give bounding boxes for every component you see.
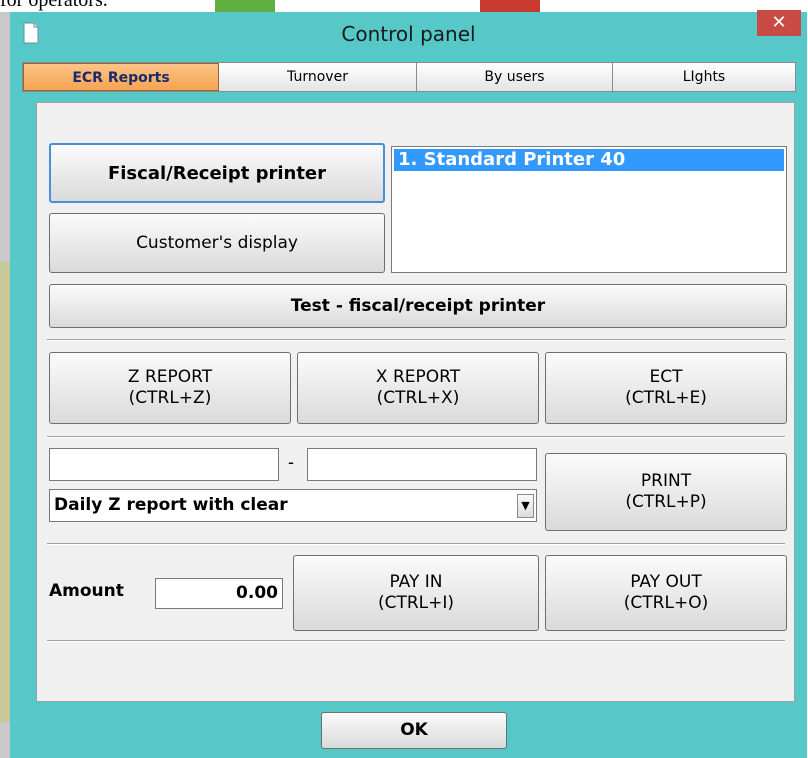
x-report-label: X REPORT	[375, 367, 461, 387]
separator	[47, 640, 785, 642]
printer-list[interactable]: 1. Standard Printer 40	[391, 146, 787, 273]
ect-label: ECT	[649, 367, 683, 387]
separator	[47, 339, 785, 341]
tab-turnover[interactable]: Turnover	[219, 63, 417, 91]
tab-by-users[interactable]: By users	[417, 63, 613, 91]
control-panel-window: Control panel ✕ ECR Reports Turnover By …	[10, 10, 807, 758]
ok-button[interactable]: OK	[321, 712, 507, 749]
fiscal-printer-button[interactable]: Fiscal/Receipt printer	[49, 143, 385, 203]
title-bar[interactable]: Control panel ✕	[10, 10, 807, 57]
x-report-button[interactable]: X REPORT (CTRL+X)	[297, 352, 539, 424]
tab-ecr-reports[interactable]: ECR Reports	[23, 63, 219, 91]
print-label: PRINT	[640, 471, 692, 491]
pay-in-label: PAY IN	[389, 572, 443, 592]
pay-out-shortcut: (CTRL+O)	[623, 593, 709, 613]
background-page-text: for operators.	[0, 0, 108, 11]
ect-button[interactable]: ECT (CTRL+E)	[545, 352, 787, 424]
customer-display-label: Customer's display	[136, 232, 298, 253]
report-type-value: Daily Z report with clear	[54, 495, 288, 515]
pay-in-button[interactable]: PAY IN (CTRL+I)	[293, 555, 539, 631]
print-button[interactable]: PRINT (CTRL+P)	[545, 453, 787, 531]
separator	[47, 543, 785, 545]
test-printer-label: Test - fiscal/receipt printer	[290, 295, 546, 316]
pay-out-button[interactable]: PAY OUT (CTRL+O)	[545, 555, 787, 631]
range-to-input[interactable]	[307, 448, 537, 481]
print-shortcut: (CTRL+P)	[625, 492, 707, 512]
z-report-button[interactable]: Z REPORT (CTRL+Z)	[49, 352, 291, 424]
pay-out-label: PAY OUT	[630, 572, 702, 592]
range-separator: -	[288, 452, 294, 472]
x-report-shortcut: (CTRL+X)	[376, 388, 460, 408]
ecr-reports-panel: Fiscal/Receipt printer Customer's displa…	[36, 102, 795, 702]
test-printer-button[interactable]: Test - fiscal/receipt printer	[49, 284, 787, 328]
background-strip-green	[215, 0, 275, 12]
report-type-select[interactable]: Daily Z report with clear ▼	[49, 489, 537, 522]
window-title: Control panel	[341, 22, 476, 46]
fiscal-printer-label: Fiscal/Receipt printer	[107, 162, 327, 184]
customer-display-button[interactable]: Customer's display	[49, 213, 385, 273]
z-report-shortcut: (CTRL+Z)	[128, 388, 212, 408]
dropdown-arrow-icon[interactable]: ▼	[517, 494, 534, 518]
amount-label: Amount	[49, 581, 124, 601]
z-report-label: Z REPORT	[127, 367, 213, 387]
separator	[47, 436, 785, 438]
close-button[interactable]: ✕	[757, 10, 801, 36]
tab-strip: ECR Reports Turnover By users LIghts	[22, 62, 796, 92]
printer-list-item[interactable]: 1. Standard Printer 40	[394, 149, 784, 171]
background-strip-red	[480, 0, 540, 12]
range-from-input[interactable]	[49, 448, 279, 481]
background-left-edge	[0, 12, 10, 758]
tab-lights[interactable]: LIghts	[613, 63, 795, 91]
amount-input[interactable]: 0.00	[155, 578, 283, 609]
pay-in-shortcut: (CTRL+I)	[377, 593, 455, 613]
ect-shortcut: (CTRL+E)	[625, 388, 707, 408]
